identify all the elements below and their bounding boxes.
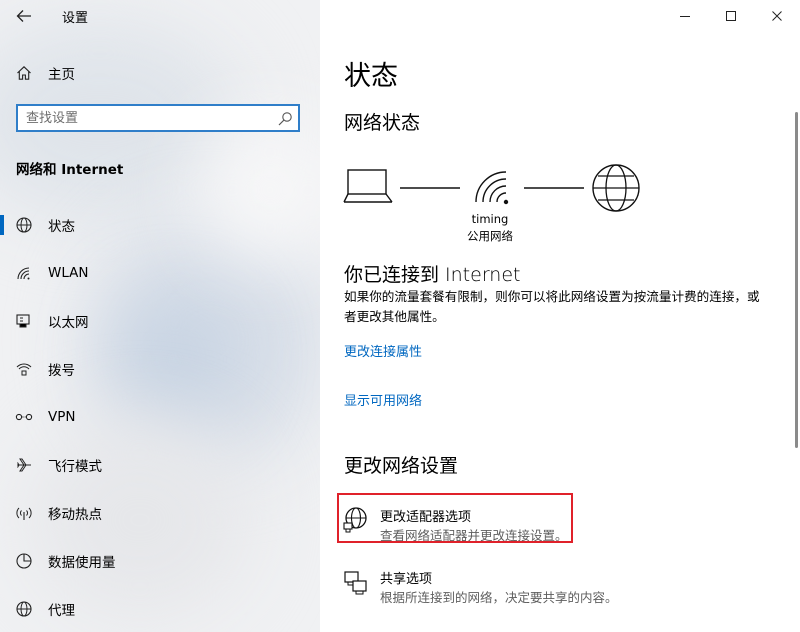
close-icon [772, 11, 782, 21]
hotspot-icon [14, 504, 34, 522]
data-usage-icon [14, 552, 34, 570]
sidebar: 设置 主页 网络和 Internet [0, 0, 320, 632]
back-button[interactable] [8, 2, 40, 30]
option-description: 根据所连接到的网络，决定要共享的内容。 [380, 590, 618, 605]
sidebar-item-airplane[interactable]: 飞行模式 [0, 445, 320, 485]
highlight-box [337, 493, 573, 543]
connected-description: 如果你的流量套餐有限制，则你可以将此网络设置为按流量计费的连接，或者更改其他属性… [344, 289, 760, 324]
sidebar-item-wlan[interactable]: WLAN [0, 253, 320, 293]
minimize-icon [680, 16, 690, 17]
search-box[interactable] [16, 104, 300, 132]
proxy-globe-icon [14, 600, 34, 618]
show-available-networks-link[interactable]: 显示可用网络 [344, 390, 422, 409]
change-connection-properties-link[interactable]: 更改连接属性 [344, 341, 422, 360]
sidebar-item-label: 数据使用量 [48, 555, 116, 571]
app-title: 设置 [62, 11, 89, 26]
page-title: 状态 [344, 61, 398, 92]
sidebar-item-label: 飞行模式 [48, 459, 102, 475]
sidebar-item-label: 主页 [48, 67, 75, 83]
minimize-button[interactable] [662, 0, 708, 32]
sidebar-item-label: 代理 [48, 603, 75, 619]
sidebar-item-vpn[interactable]: VPN [0, 397, 320, 437]
sidebar-item-label: 移动热点 [48, 507, 102, 523]
close-button[interactable] [754, 0, 800, 32]
main-content: 状态 网络状态 timing 公用网络 你已连接到 Internet 如果你的流… [320, 0, 800, 632]
sharing-icon [344, 571, 367, 595]
connected-heading: 你已连接到 Internet [344, 264, 521, 286]
internet-globe-icon [592, 164, 640, 212]
sidebar-item-label: 以太网 [48, 315, 89, 331]
wifi-signal-icon [475, 171, 509, 205]
sidebar-item-label: 拨号 [48, 363, 75, 379]
scrollbar[interactable] [795, 112, 798, 448]
sidebar-item-proxy[interactable]: 代理 [0, 589, 320, 629]
sidebar-item-dialup[interactable]: 拨号 [0, 349, 320, 389]
sidebar-item-data-usage[interactable]: 数据使用量 [0, 541, 320, 581]
sidebar-item-label: VPN [48, 409, 76, 425]
ethernet-icon [14, 312, 34, 330]
network-type: 公用网络 [467, 229, 513, 243]
network-status-heading: 网络状态 [344, 112, 421, 134]
maximize-icon [726, 11, 736, 21]
vpn-icon [14, 408, 34, 426]
sidebar-item-status[interactable]: 状态 [0, 205, 320, 245]
dialup-icon [14, 360, 34, 378]
sidebar-item-label: 状态 [48, 219, 75, 235]
sidebar-item-ethernet[interactable]: 以太网 [0, 301, 320, 341]
sidebar-item-home[interactable]: 主页 [0, 53, 320, 93]
maximize-button[interactable] [708, 0, 754, 32]
change-network-settings-heading: 更改网络设置 [344, 455, 459, 477]
network-name: timing [471, 212, 509, 226]
sidebar-item-label: WLAN [48, 265, 89, 281]
laptop-icon [343, 169, 393, 203]
option-title: 共享选项 [380, 572, 433, 587]
back-arrow-icon [16, 10, 31, 22]
sidebar-item-hotspot[interactable]: 移动热点 [0, 493, 320, 533]
search-input[interactable] [26, 109, 276, 127]
search-icon [278, 112, 292, 126]
category-title: 网络和 Internet [16, 162, 124, 178]
home-icon [14, 64, 34, 82]
selection-indicator [0, 215, 4, 235]
wifi-icon [14, 264, 34, 282]
airplane-icon [14, 456, 34, 474]
globe-status-icon [14, 216, 34, 234]
